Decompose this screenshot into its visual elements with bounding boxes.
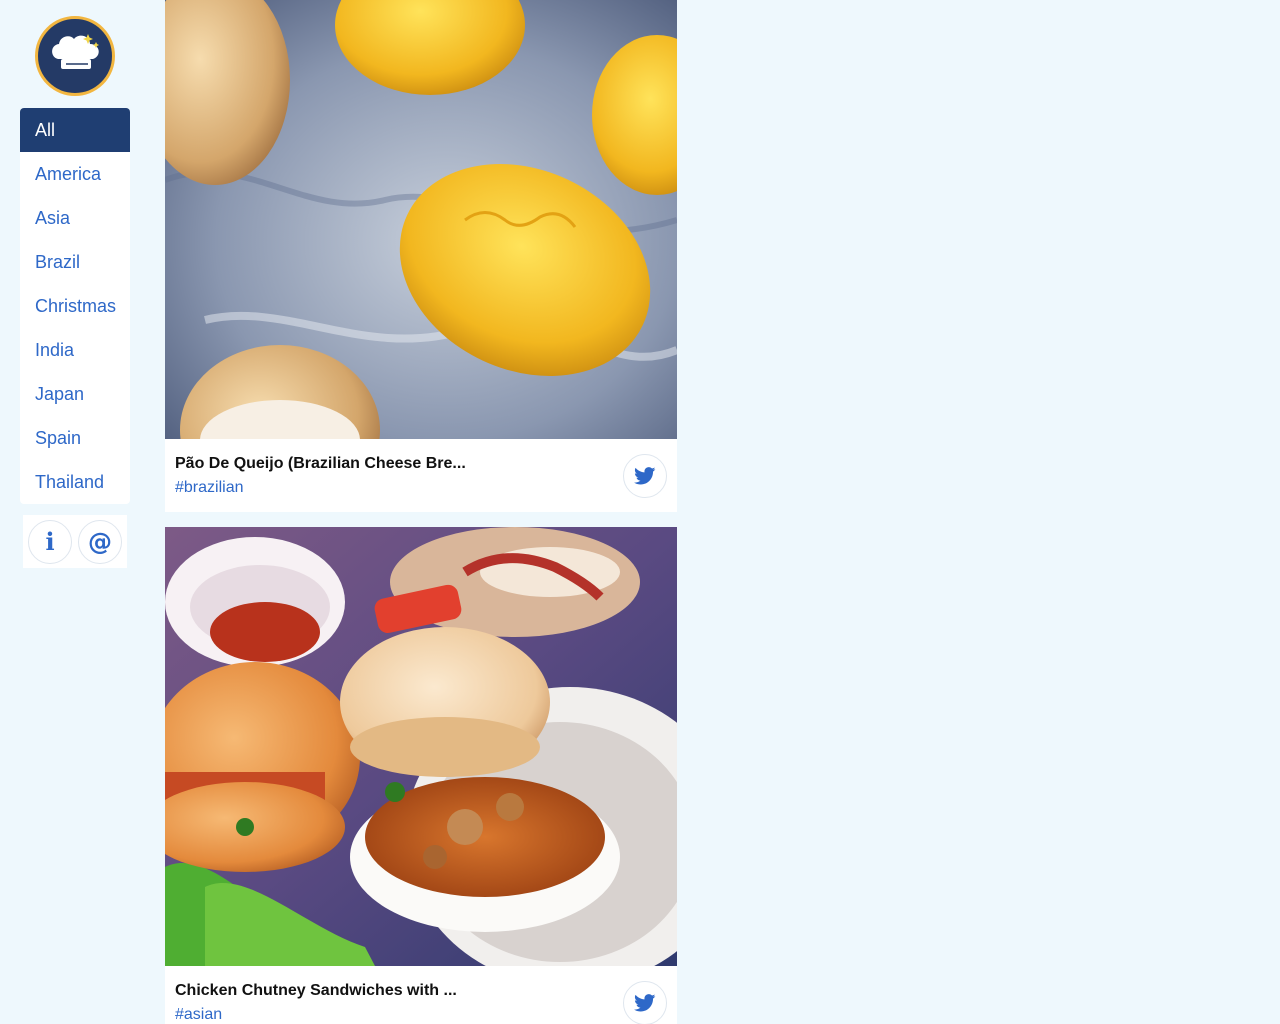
nav-item-christmas[interactable]: Christmas [20, 284, 130, 328]
recipe-tag[interactable]: #brazilian [175, 479, 243, 497]
nav-item-america[interactable]: America [20, 152, 130, 196]
logo[interactable] [35, 16, 115, 96]
category-nav: All America Asia Brazil Christmas India … [20, 108, 130, 504]
recipe-title[interactable]: Pão De Queijo (Brazilian Cheese Bre... [175, 455, 466, 473]
recipe-tag[interactable]: #asian [175, 1006, 222, 1024]
at-sign-icon: @ [88, 527, 112, 556]
twitter-icon [634, 467, 656, 485]
recipe-image[interactable] [165, 0, 677, 439]
sidebar-actions: i @ [23, 515, 127, 568]
recipe-card[interactable]: Chicken Chutney Sandwiches with ... #asi… [165, 527, 677, 1024]
nav-item-brazil[interactable]: Brazil [20, 240, 130, 284]
nav-item-asia[interactable]: Asia [20, 196, 130, 240]
recipe-image[interactable] [165, 527, 677, 966]
nav-item-thailand[interactable]: Thailand [20, 460, 130, 504]
twitter-share-button[interactable] [623, 981, 667, 1024]
contact-button[interactable]: @ [78, 519, 122, 564]
nav-item-india[interactable]: India [20, 328, 130, 372]
recipe-card[interactable]: Pão De Queijo (Brazilian Cheese Bre... #… [165, 0, 677, 512]
twitter-share-button[interactable] [623, 454, 667, 498]
recipe-title[interactable]: Chicken Chutney Sandwiches with ... [175, 982, 457, 1000]
info-button[interactable]: i [28, 519, 72, 564]
twitter-icon [634, 994, 656, 1012]
chef-hat-icon [52, 34, 99, 69]
card-footer: Pão De Queijo (Brazilian Cheese Bre... #… [165, 439, 677, 512]
nav-item-all[interactable]: All [20, 108, 130, 152]
nav-item-japan[interactable]: Japan [20, 372, 130, 416]
nav-item-spain[interactable]: Spain [20, 416, 130, 460]
card-footer: Chicken Chutney Sandwiches with ... #asi… [165, 966, 677, 1024]
info-icon: i [45, 527, 55, 556]
